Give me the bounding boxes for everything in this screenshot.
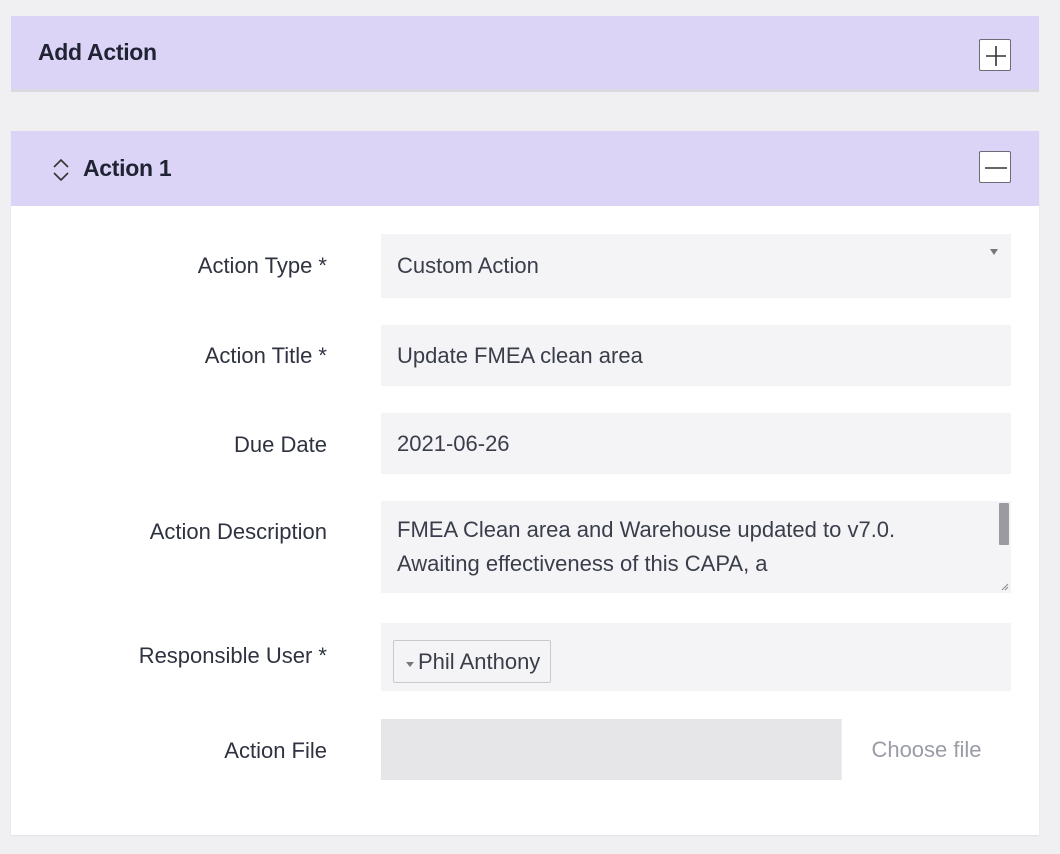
add-action-button[interactable] [979,39,1011,71]
due-date-label: Due Date [234,432,327,457]
action-description-textarea[interactable]: FMEA Clean area and Warehouse updated to… [381,501,1011,593]
add-action-title: Add Action [38,39,157,65]
dropdown-caret-icon [990,249,998,255]
action-title-label: Action Title * [204,343,327,368]
resize-grip-icon[interactable] [1001,583,1009,591]
action-type-label: Action Type * [197,253,327,278]
action-card: Action 1 Action Type * Custom Action Act… [11,131,1039,835]
action-description-label: Action Description [149,519,327,544]
action-file-label: Action File [224,738,327,763]
choose-file-button[interactable]: Choose file [841,719,1011,780]
minus-icon [985,167,1007,169]
responsible-user-chip[interactable]: Phil Anthony [393,640,552,683]
action-description-value: FMEA Clean area and Warehouse updated to… [397,517,896,576]
due-date-value: 2021-06-26 [397,431,510,456]
textarea-scrollbar[interactable] [999,503,1009,545]
due-date-input[interactable]: 2021-06-26 [381,413,1011,474]
action-title-value: Update FMEA clean area [397,343,643,368]
responsible-user-label: Responsible User * [138,643,327,668]
action-card-header: Action 1 [11,131,1039,206]
responsible-user-value: Phil Anthony [418,648,541,674]
plus-icon [986,46,1006,66]
minimize-action-button[interactable] [979,151,1011,183]
add-action-panel: Add Action [11,16,1039,92]
action-card-title: Action 1 [83,155,172,181]
action-file-input[interactable]: Choose file [381,719,1011,780]
responsible-user-select[interactable]: Phil Anthony [381,623,1011,691]
action-type-value: Custom Action [397,253,539,278]
chevron-up-down-icon[interactable] [51,157,71,183]
action-type-select[interactable]: Custom Action [381,234,1011,298]
chevron-down-icon [406,661,414,667]
action-title-input[interactable]: Update FMEA clean area [381,325,1011,386]
